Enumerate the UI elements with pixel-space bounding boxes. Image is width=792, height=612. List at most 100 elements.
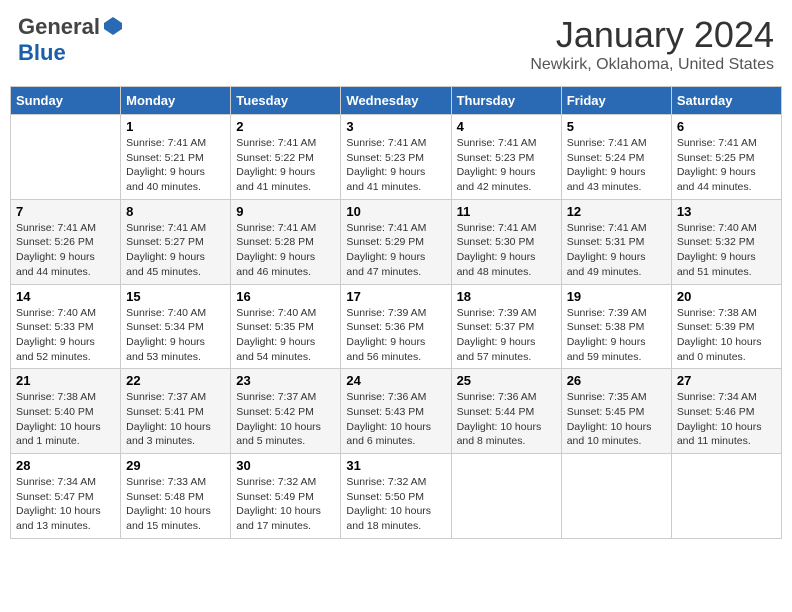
day-info: Sunrise: 7:41 AM Sunset: 5:28 PM Dayligh… [236,221,335,280]
day-cell: 29Sunrise: 7:33 AM Sunset: 5:48 PM Dayli… [121,454,231,539]
day-info: Sunrise: 7:36 AM Sunset: 5:44 PM Dayligh… [457,390,556,449]
day-info: Sunrise: 7:41 AM Sunset: 5:24 PM Dayligh… [567,136,666,195]
day-number: 4 [457,119,556,134]
day-cell: 16Sunrise: 7:40 AM Sunset: 5:35 PM Dayli… [231,284,341,369]
day-number: 3 [346,119,445,134]
day-cell: 21 Sunrise: 7:38 AM Sunset: 5:40 PM Dayli… [11,369,121,454]
day-info: Sunrise: 7:41 AM Sunset: 5:23 PM Dayligh… [457,136,556,195]
day-number: 20 [677,289,776,304]
day-cell: 8Sunrise: 7:41 AM Sunset: 5:27 PM Daylig… [121,199,231,284]
day-number: 18 [457,289,556,304]
day-info: Sunrise: 7:41 AM Sunset: 5:29 PM Dayligh… [346,221,445,280]
weekday-header-thursday: Thursday [451,87,561,115]
day-info: Sunrise: 7:41 AM Sunset: 5:27 PM Dayligh… [126,221,225,280]
location-title: Newkirk, Oklahoma, United States [530,56,774,74]
day-info: Sunrise: 7:34 AM Sunset: 5:46 PM Dayligh… [677,390,776,449]
day-cell: 17Sunrise: 7:39 AM Sunset: 5:36 PM Dayli… [341,284,451,369]
day-cell: 7Sunrise: 7:41 AM Sunset: 5:26 PM Daylig… [11,199,121,284]
day-number: 28 [16,458,115,473]
day-number: 21 [16,373,115,388]
day-cell: 23 Sunrise: 7:37 AM Sunset: 5:42 PM Dayli… [231,369,341,454]
day-info: Sunrise: 7:39 AM Sunset: 5:36 PM Dayligh… [346,306,445,365]
day-info: Sunrise: 7:40 AM Sunset: 5:35 PM Dayligh… [236,306,335,365]
day-cell: 22 Sunrise: 7:37 AM Sunset: 5:41 PM Dayli… [121,369,231,454]
day-info: Sunrise: 7:41 AM Sunset: 5:21 PM Dayligh… [126,136,225,195]
day-cell: 25 Sunrise: 7:36 AM Sunset: 5:44 PM Dayli… [451,369,561,454]
day-number: 23 [236,373,335,388]
logo-blue: Blue [18,40,66,66]
day-cell: 10 Sunrise: 7:41 AM Sunset: 5:29 PM Dayli… [341,199,451,284]
week-row-1: 1 Sunrise: 7:41 AM Sunset: 5:21 PM Daylig… [11,115,782,200]
day-cell [561,454,671,539]
day-number: 2 [236,119,335,134]
day-cell: 24Sunrise: 7:36 AM Sunset: 5:43 PM Dayli… [341,369,451,454]
day-cell: 14 Sunrise: 7:40 AM Sunset: 5:33 PM Dayli… [11,284,121,369]
week-row-2: 7Sunrise: 7:41 AM Sunset: 5:26 PM Daylig… [11,199,782,284]
day-info: Sunrise: 7:36 AM Sunset: 5:43 PM Dayligh… [346,390,445,449]
day-info: Sunrise: 7:41 AM Sunset: 5:31 PM Dayligh… [567,221,666,280]
day-number: 13 [677,204,776,219]
weekday-header-saturday: Saturday [671,87,781,115]
day-cell [11,115,121,200]
day-number: 22 [126,373,225,388]
day-cell: 11Sunrise: 7:41 AM Sunset: 5:30 PM Dayli… [451,199,561,284]
day-info: Sunrise: 7:41 AM Sunset: 5:25 PM Dayligh… [677,136,776,195]
weekday-header-sunday: Sunday [11,87,121,115]
day-cell: 27 Sunrise: 7:34 AM Sunset: 5:46 PM Dayli… [671,369,781,454]
day-info: Sunrise: 7:32 AM Sunset: 5:50 PM Dayligh… [346,475,445,534]
day-info: Sunrise: 7:40 AM Sunset: 5:34 PM Dayligh… [126,306,225,365]
logo: General Blue [18,14,122,66]
day-info: Sunrise: 7:38 AM Sunset: 5:39 PM Dayligh… [677,306,776,365]
day-info: Sunrise: 7:38 AM Sunset: 5:40 PM Dayligh… [16,390,115,449]
day-cell: 4 Sunrise: 7:41 AM Sunset: 5:23 PM Daylig… [451,115,561,200]
weekday-header-row: SundayMondayTuesdayWednesdayThursdayFrid… [11,87,782,115]
day-number: 10 [346,204,445,219]
day-cell: 31 Sunrise: 7:32 AM Sunset: 5:50 PM Dayli… [341,454,451,539]
logo-general: General [18,14,100,40]
day-number: 12 [567,204,666,219]
day-cell: 13 Sunrise: 7:40 AM Sunset: 5:32 PM Dayli… [671,199,781,284]
day-number: 6 [677,119,776,134]
day-number: 31 [346,458,445,473]
day-info: Sunrise: 7:34 AM Sunset: 5:47 PM Dayligh… [16,475,115,534]
title-area: January 2024 Newkirk, Oklahoma, United S… [530,14,774,74]
day-info: Sunrise: 7:37 AM Sunset: 5:42 PM Dayligh… [236,390,335,449]
day-cell: 20 Sunrise: 7:38 AM Sunset: 5:39 PM Dayli… [671,284,781,369]
day-number: 19 [567,289,666,304]
day-number: 29 [126,458,225,473]
day-info: Sunrise: 7:41 AM Sunset: 5:23 PM Dayligh… [346,136,445,195]
month-title: January 2024 [530,14,774,56]
calendar: SundayMondayTuesdayWednesdayThursdayFrid… [10,86,782,539]
day-cell [451,454,561,539]
day-cell: 15 Sunrise: 7:40 AM Sunset: 5:34 PM Dayli… [121,284,231,369]
day-number: 26 [567,373,666,388]
day-info: Sunrise: 7:40 AM Sunset: 5:32 PM Dayligh… [677,221,776,280]
day-cell: 12 Sunrise: 7:41 AM Sunset: 5:31 PM Dayli… [561,199,671,284]
day-cell: 26 Sunrise: 7:35 AM Sunset: 5:45 PM Dayli… [561,369,671,454]
header: General Blue January 2024 Newkirk, Oklah… [10,10,782,78]
day-number: 25 [457,373,556,388]
weekday-header-monday: Monday [121,87,231,115]
day-cell: 30 Sunrise: 7:32 AM Sunset: 5:49 PM Dayli… [231,454,341,539]
day-info: Sunrise: 7:39 AM Sunset: 5:38 PM Dayligh… [567,306,666,365]
day-number: 5 [567,119,666,134]
day-number: 1 [126,119,225,134]
day-number: 30 [236,458,335,473]
day-info: Sunrise: 7:32 AM Sunset: 5:49 PM Dayligh… [236,475,335,534]
logo-icon [104,17,122,35]
day-number: 7 [16,204,115,219]
day-info: Sunrise: 7:37 AM Sunset: 5:41 PM Dayligh… [126,390,225,449]
day-number: 27 [677,373,776,388]
week-row-5: 28 Sunrise: 7:34 AM Sunset: 5:47 PM Dayli… [11,454,782,539]
day-number: 9 [236,204,335,219]
weekday-header-wednesday: Wednesday [341,87,451,115]
day-info: Sunrise: 7:41 AM Sunset: 5:30 PM Dayligh… [457,221,556,280]
day-info: Sunrise: 7:40 AM Sunset: 5:33 PM Dayligh… [16,306,115,365]
day-number: 15 [126,289,225,304]
day-cell: 3 Sunrise: 7:41 AM Sunset: 5:23 PM Daylig… [341,115,451,200]
day-cell: 18Sunrise: 7:39 AM Sunset: 5:37 PM Dayli… [451,284,561,369]
day-info: Sunrise: 7:35 AM Sunset: 5:45 PM Dayligh… [567,390,666,449]
week-row-3: 14 Sunrise: 7:40 AM Sunset: 5:33 PM Dayli… [11,284,782,369]
day-cell: 9 Sunrise: 7:41 AM Sunset: 5:28 PM Daylig… [231,199,341,284]
day-number: 14 [16,289,115,304]
